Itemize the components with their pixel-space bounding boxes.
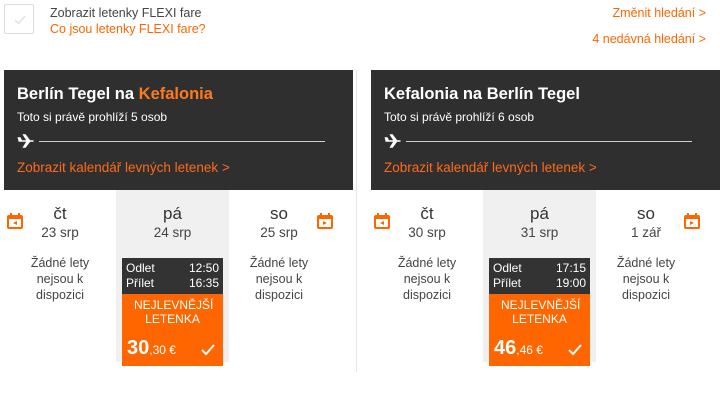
weekday: so (270, 204, 288, 223)
return-viewers: Toto si právě prohlíží 6 osob (384, 110, 535, 124)
cheapest-label: NEJLEVNĚJŠÍ LETENKA (501, 298, 581, 326)
plane-icon (17, 134, 34, 148)
outbound-panel: Berlín Tegel na Kefalonia Toto si právě … (4, 70, 353, 372)
depart-time: 12:50 (188, 261, 219, 275)
arrive-label: Přílet (126, 276, 155, 290)
return-plane-row (384, 131, 692, 151)
outbound-calendar-link[interactable]: Zobrazit kalendář levných letenek > (17, 160, 230, 175)
flexi-checkbox[interactable] (4, 4, 34, 34)
weekday: pá (163, 204, 182, 223)
route-line (39, 141, 325, 142)
weekday: čt (53, 204, 67, 223)
outbound-day-3[interactable]: so 25 srp Žádné lety nejsou k dispozici (229, 190, 329, 303)
date: 1 zář (630, 225, 661, 240)
cheapest-fare-button[interactable]: NEJLEVNĚJŠÍ LETENKA 30,30 € (122, 294, 223, 366)
check-icon (568, 344, 582, 356)
check-icon (14, 15, 26, 25)
return-days: čt 30 srp Žádné lety nejsou k dispozici … (371, 190, 720, 366)
return-panel: Kefalonia na Berlín Tegel Toto si právě … (371, 70, 720, 372)
outbound-plane-row (17, 131, 325, 151)
change-search-link[interactable]: Změnit hledání > (592, 5, 706, 21)
date: 25 srp (260, 225, 298, 240)
weekday: čt (420, 204, 434, 223)
outbound-flight-card[interactable]: Odlet 12:50 Přílet 16:35 NEJLEVNĚJŠÍ LETEN… (122, 258, 223, 366)
return-day-1[interactable]: čt 30 srp Žádné lety nejsou k dispozici (371, 190, 483, 303)
flexi-info-link[interactable]: Co jsou letenky FLEXI fare? (50, 21, 206, 37)
date: 30 srp (408, 225, 446, 240)
outbound-day-2-selected[interactable]: pá 24 srp Odlet 12:50 Přílet 16:35 NEJLEVN… (116, 190, 229, 366)
depart-label: Odlet (493, 261, 522, 275)
no-flights-text: Žádné lety nejsou k dispozici (249, 256, 309, 302)
date: 24 srp (153, 225, 192, 240)
flexi-title: Zobrazit letenky FLEXI fare (50, 6, 202, 20)
return-day-2-selected[interactable]: pá 31 srp Odlet 17:15 Přílet 19:00 NEJLEVN… (483, 190, 596, 366)
fare-price: 46,46 € (494, 337, 543, 360)
outbound-destination: Kefalonia (138, 85, 213, 103)
weekday: so (637, 204, 655, 223)
outbound-viewers: Toto si právě prohlíží 5 osob (17, 110, 168, 124)
arrive-time: 16:35 (188, 276, 219, 290)
no-flights-text: Žádné lety nejsou k dispozici (397, 256, 457, 302)
flight-times: Odlet 17:15 Přílet 19:00 (489, 258, 590, 294)
arrive-time: 19:00 (555, 276, 586, 290)
no-flights-text: Žádné lety nejsou k dispozici (616, 256, 676, 302)
outbound-title: Berlín Tegel na Kefalonia (17, 84, 340, 104)
flexi-text-block: Zobrazit letenky FLEXI fare Co jsou lete… (50, 5, 206, 37)
cheapest-label: NEJLEVNĚJŠÍ LETENKA (134, 298, 214, 326)
price-decimal: ,46 € (516, 343, 543, 357)
no-flights-text: Žádné lety nejsou k dispozici (30, 256, 90, 302)
depart-time: 17:15 (555, 261, 586, 275)
return-day-3[interactable]: so 1 zář Žádné lety nejsou k dispozici (596, 190, 696, 303)
return-flight-card[interactable]: Odlet 17:15 Přílet 19:00 NEJLEVNĚJŠÍ LETEN… (489, 258, 590, 366)
panel-separator (356, 70, 357, 372)
recent-searches-link[interactable]: 4 nedávná hledání > (592, 31, 706, 47)
fare-price: 30,30 € (127, 337, 176, 360)
date: 31 srp (520, 225, 559, 240)
calendar-next-icon[interactable] (316, 212, 334, 230)
return-calendar-link[interactable]: Zobrazit kalendář levných letenek > (384, 160, 597, 175)
price-integer: 46 (494, 337, 517, 359)
depart-label: Odlet (126, 261, 155, 275)
weekday: pá (530, 204, 549, 223)
date: 23 srp (41, 225, 79, 240)
check-icon (201, 344, 215, 356)
outbound-from: Berlín Tegel na (17, 85, 135, 103)
route-line (406, 141, 692, 142)
return-title: Kefalonia na Berlín Tegel (384, 85, 580, 103)
top-links: Změnit hledání > 4 nedávná hledání > (592, 5, 706, 47)
cheapest-fare-button[interactable]: NEJLEVNĚJŠÍ LETENKA 46,46 € (489, 294, 590, 366)
price-integer: 30 (127, 337, 150, 359)
outbound-days: čt 23 srp Žádné lety nejsou k dispozici … (4, 190, 353, 366)
price-decimal: ,30 € (149, 343, 176, 357)
outbound-day-1[interactable]: čt 23 srp Žádné lety nejsou k dispozici (4, 190, 116, 303)
plane-icon (384, 134, 401, 148)
flight-times: Odlet 12:50 Přílet 16:35 (122, 258, 223, 294)
arrive-label: Přílet (493, 276, 522, 290)
return-header: Kefalonia na Berlín Tegel Toto si právě … (371, 70, 720, 190)
calendar-next-icon[interactable] (683, 212, 701, 230)
outbound-header: Berlín Tegel na Kefalonia Toto si právě … (4, 70, 353, 190)
